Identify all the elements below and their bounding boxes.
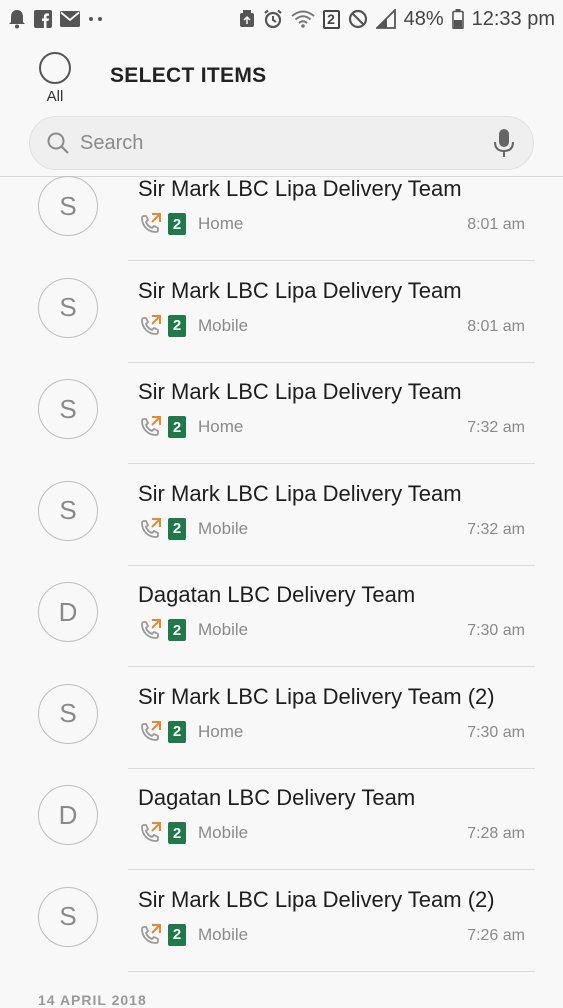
call-meta: 2 Mobile bbox=[138, 923, 248, 947]
page-title: SELECT ITEMS bbox=[110, 64, 267, 87]
status-bar: 2 48% 12:33 pm bbox=[0, 0, 563, 38]
select-all-circle[interactable] bbox=[39, 52, 71, 84]
status-bar-left bbox=[8, 9, 104, 29]
alarm-icon bbox=[263, 9, 283, 29]
outgoing-call-icon bbox=[138, 923, 162, 947]
contact-name: Dagatan LBC Delivery Team bbox=[138, 785, 416, 810]
outgoing-call-icon bbox=[138, 618, 162, 642]
contact-avatar[interactable]: S bbox=[38, 277, 98, 338]
do-not-disturb-icon bbox=[348, 9, 368, 29]
status-time: 12:33 pm bbox=[471, 7, 555, 30]
call-time: 7:30 am bbox=[467, 622, 525, 639]
call-meta: 2 Home bbox=[138, 212, 243, 236]
recycle-icon bbox=[239, 10, 255, 28]
contact-name: Sir Mark LBC Lipa Delivery Team bbox=[138, 379, 462, 404]
outgoing-call-icon bbox=[138, 212, 162, 236]
contact-avatar[interactable]: D bbox=[38, 582, 98, 642]
call-log-row[interactable]: S Sir Mark LBC Lipa Delivery Team 2 Mobile 7… bbox=[0, 465, 563, 566]
select-all-label: All bbox=[46, 88, 64, 105]
select-all-checkbox[interactable]: All bbox=[34, 52, 76, 105]
call-meta: 2 Mobile bbox=[138, 517, 248, 541]
outgoing-call-icon bbox=[138, 415, 162, 439]
sim-2-badge: 2 bbox=[168, 416, 186, 438]
number-type: Home bbox=[198, 417, 244, 436]
sim-2-badge: 2 bbox=[168, 213, 186, 235]
contact-name: Sir Mark LBC Lipa Delivery Team bbox=[138, 480, 462, 506]
call-meta: 2 Mobile bbox=[138, 618, 248, 642]
call-log-row[interactable]: D Dagatan LBC Delivery Team 2 Mobile 7:28 am bbox=[0, 769, 563, 870]
outgoing-call-icon bbox=[138, 821, 162, 845]
call-log-row[interactable]: S Sir Mark LBC Lipa Delivery Team (2) 2 Mob… bbox=[0, 871, 563, 972]
contact-avatar[interactable]: S bbox=[38, 379, 98, 439]
number-type: Mobile bbox=[198, 924, 249, 944]
facebook-icon bbox=[34, 10, 52, 28]
sim-2-badge: 2 bbox=[168, 314, 186, 337]
call-log-row[interactable]: S Sir Mark LBC Lipa Delivery Team 2 Home 7:3… bbox=[0, 363, 563, 464]
number-type: Home bbox=[198, 721, 244, 741]
contact-avatar[interactable]: S bbox=[38, 480, 98, 541]
row-divider bbox=[128, 970, 535, 972]
contact-name: Dagatan LBC Delivery Team bbox=[138, 582, 416, 607]
more-dots-icon bbox=[88, 15, 104, 23]
sim-2-badge: 2 bbox=[168, 822, 186, 844]
call-log-row[interactable]: S Sir Mark LBC Lipa Delivery Team (2) 2 Hom… bbox=[0, 668, 563, 769]
call-meta: 2 Home bbox=[138, 415, 243, 439]
search-icon bbox=[46, 131, 70, 155]
call-meta: 2 Mobile bbox=[138, 314, 248, 338]
call-time: 7:26 am bbox=[467, 926, 525, 944]
outgoing-call-icon bbox=[138, 517, 162, 541]
battery-icon bbox=[451, 9, 464, 29]
number-type: Mobile bbox=[198, 315, 249, 335]
outgoing-call-icon bbox=[138, 314, 162, 338]
number-type: Mobile bbox=[198, 620, 249, 639]
call-log-row[interactable]: D Dagatan LBC Delivery Team 2 Mobile 7:30 am bbox=[0, 566, 563, 667]
battery-percent: 48% bbox=[403, 7, 444, 30]
contact-name: Sir Mark LBC Lipa Delivery Team (2) bbox=[138, 683, 495, 709]
call-time: 8:01 am bbox=[467, 216, 525, 233]
number-type: Mobile bbox=[198, 823, 249, 842]
sim-2-badge: 2 bbox=[168, 517, 186, 540]
call-time: 8:01 am bbox=[467, 317, 525, 335]
contact-avatar[interactable]: S bbox=[38, 683, 98, 744]
number-type: Home bbox=[198, 214, 244, 233]
number-type: Mobile bbox=[198, 518, 249, 538]
call-time: 7:32 am bbox=[467, 419, 525, 436]
wifi-icon bbox=[290, 10, 315, 28]
mail-icon bbox=[60, 11, 80, 27]
contact-name: Sir Mark LBC Lipa Delivery Team bbox=[138, 277, 462, 303]
outgoing-call-icon bbox=[138, 720, 162, 744]
sim-icon: 2 bbox=[322, 9, 340, 29]
status-bar-right: 2 48% 12:33 pm bbox=[239, 8, 555, 31]
call-log-row[interactable]: S Sir Mark LBC Lipa Delivery Team 2 Mobile 8… bbox=[0, 262, 563, 363]
call-time: 7:28 am bbox=[467, 825, 525, 842]
contact-name: Sir Mark LBC Lipa Delivery Team bbox=[138, 176, 462, 201]
contact-avatar[interactable]: S bbox=[38, 176, 98, 236]
date-section-header: 14 APRIL 2018 bbox=[38, 992, 147, 1008]
call-meta: 2 Home bbox=[138, 720, 243, 744]
signal-icon bbox=[375, 9, 396, 29]
microphone-icon[interactable] bbox=[493, 129, 515, 164]
notification-bell-icon bbox=[8, 9, 26, 29]
contact-avatar[interactable]: D bbox=[38, 785, 98, 845]
contact-name: Sir Mark LBC Lipa Delivery Team (2) bbox=[138, 886, 495, 912]
sim-2-badge: 2 bbox=[168, 619, 186, 641]
sim-2-badge: 2 bbox=[168, 923, 186, 946]
call-meta: 2 Mobile bbox=[138, 821, 248, 845]
contact-avatar[interactable]: S bbox=[38, 886, 98, 947]
search-input[interactable] bbox=[78, 130, 462, 156]
call-time: 7:32 am bbox=[467, 520, 525, 538]
call-time: 7:30 am bbox=[467, 723, 525, 741]
call-log-row[interactable]: S Sir Mark LBC Lipa Delivery Team 2 Home 8:0… bbox=[0, 160, 563, 261]
selection-header: All SELECT ITEMS bbox=[0, 38, 563, 112]
sim-2-badge: 2 bbox=[168, 720, 186, 743]
